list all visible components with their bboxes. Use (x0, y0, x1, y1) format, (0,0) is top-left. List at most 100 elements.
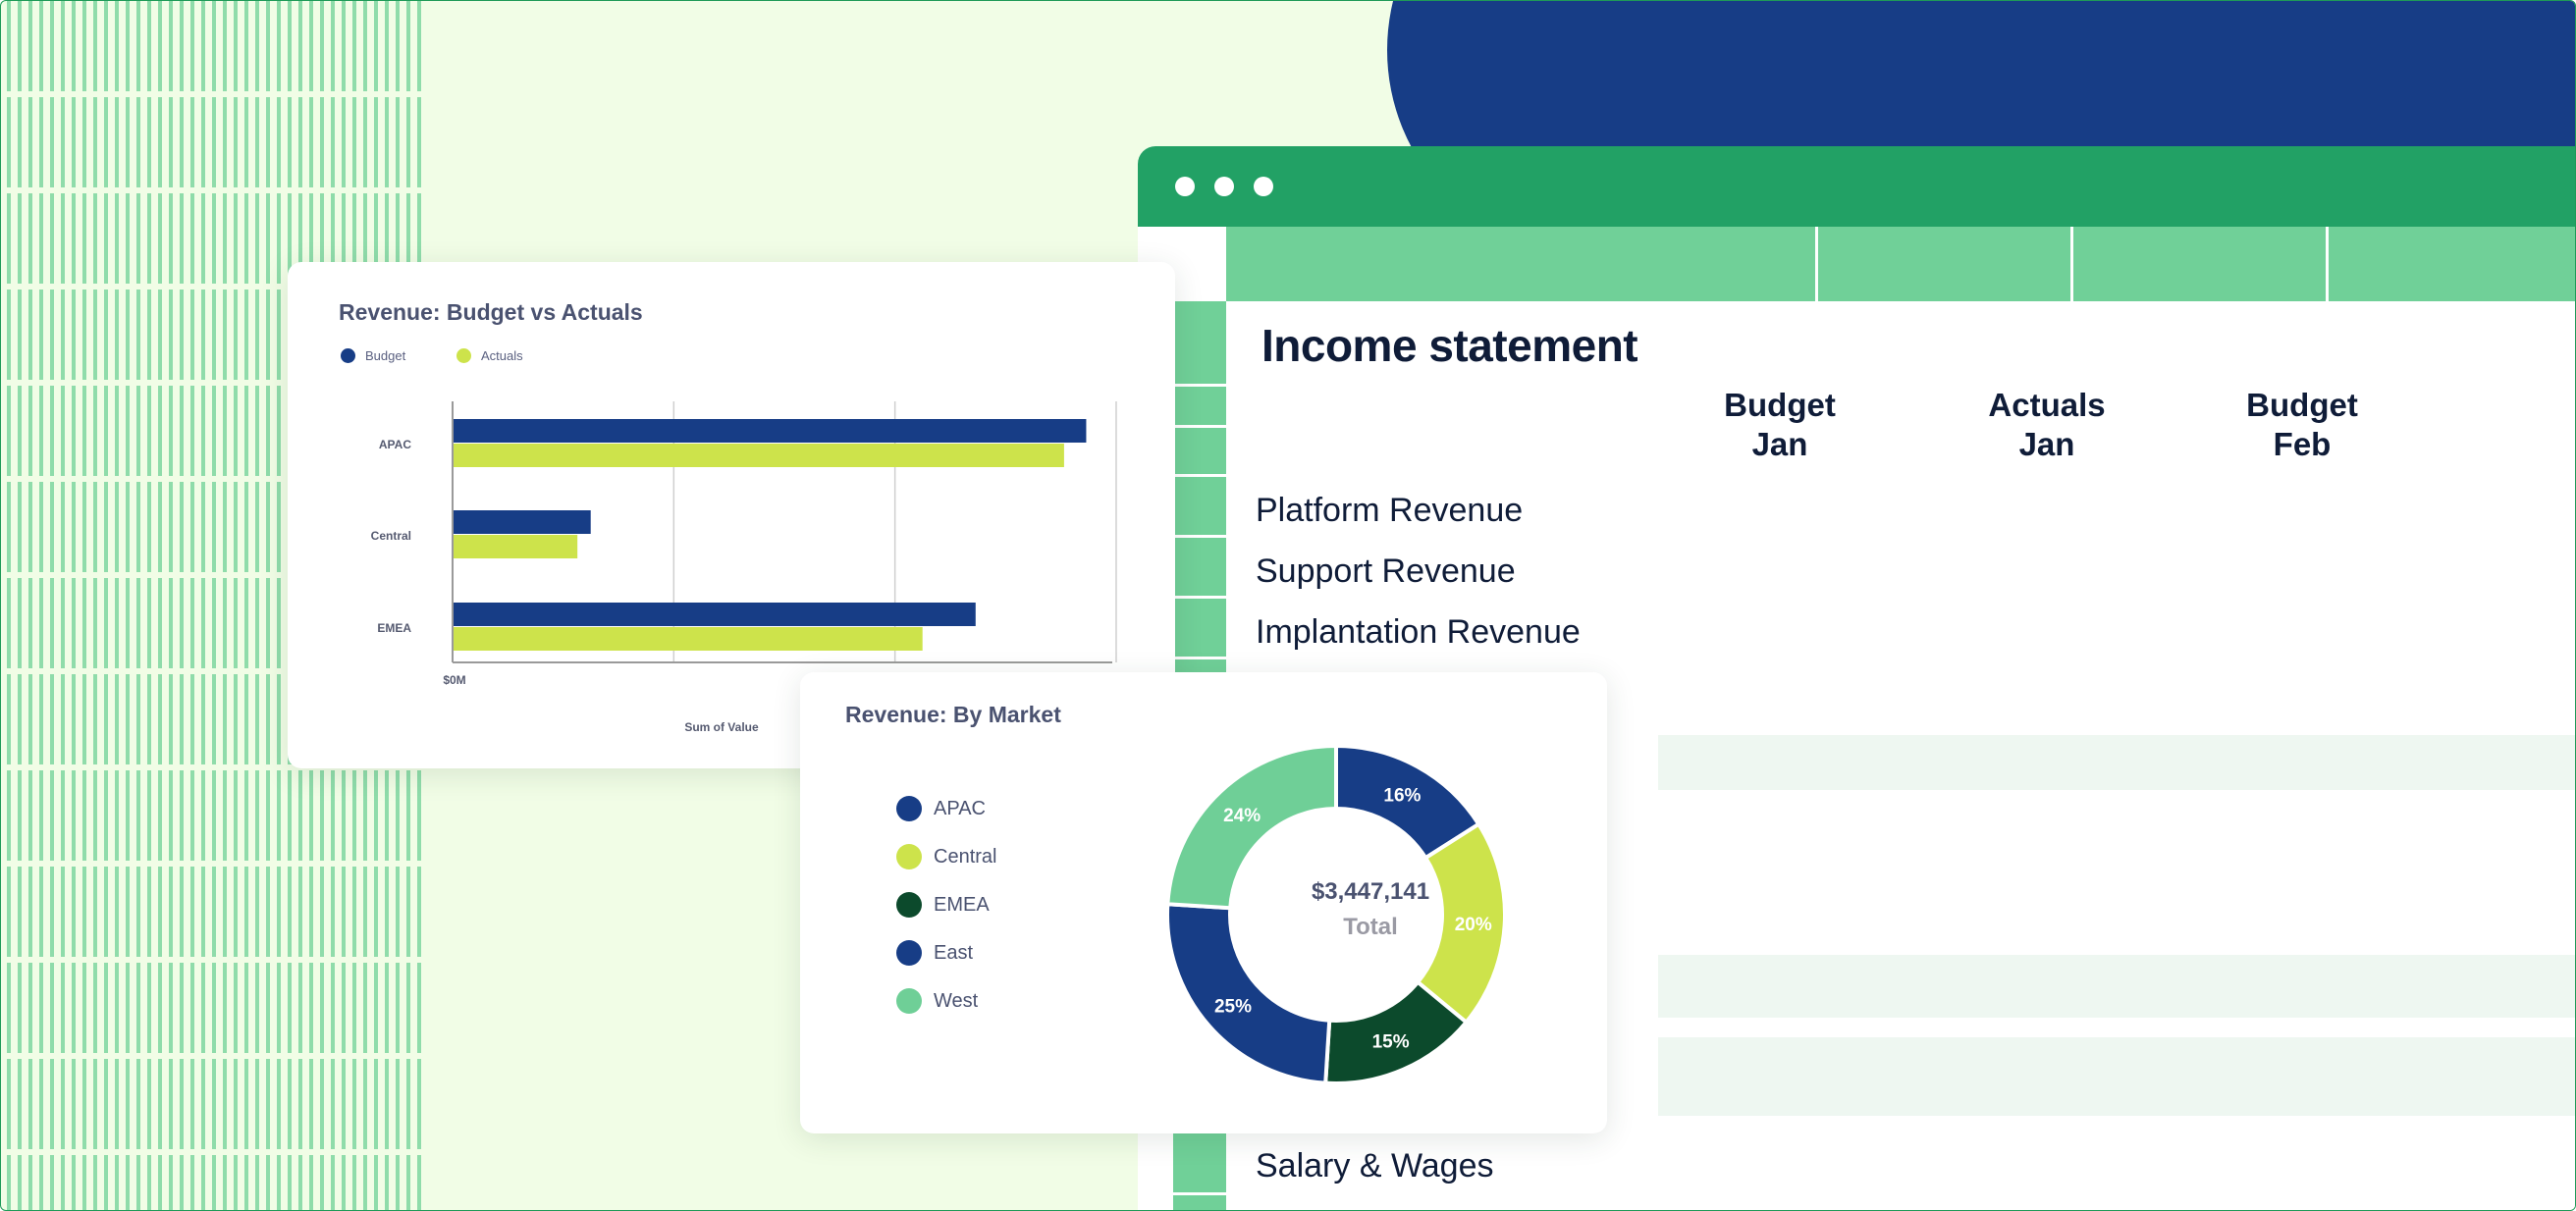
stripe-segment (288, 770, 292, 861)
stripe-segment (277, 578, 281, 668)
stripe-segment (320, 1155, 324, 1210)
stripe-segment (169, 578, 173, 668)
stripe-segment (39, 1, 43, 91)
stripe-segment (104, 1155, 108, 1210)
stripe-segment (266, 963, 270, 1053)
column-label-budget-jan[interactable]: Budget Jan (1662, 386, 1898, 464)
stripe-segment (180, 578, 184, 668)
stripe-segment (147, 482, 151, 572)
stripe-segment (93, 1155, 97, 1210)
stripe-segment (266, 578, 270, 668)
stripe-segment (50, 578, 54, 668)
stripe-segment (212, 386, 216, 476)
stripe-segment (50, 290, 54, 380)
stripe-segment (147, 1155, 151, 1210)
x-axis-title: Sum of Value (684, 720, 759, 734)
stripe-segment (234, 193, 238, 284)
stripe-segment (180, 1, 184, 91)
sheet-title: Income statement (1261, 320, 1638, 371)
stripe-segment (147, 867, 151, 957)
donut-center-label: Total (1343, 914, 1398, 940)
stripe-segment (201, 963, 205, 1053)
stripe-segment (158, 963, 162, 1053)
stripe-segment (50, 963, 54, 1053)
stripe-segment (158, 674, 162, 764)
stripe-segment (61, 386, 65, 476)
row-label-support-revenue[interactable]: Support Revenue (1256, 553, 1516, 591)
slice-label: 16% (1383, 785, 1421, 806)
stripe-segment (352, 867, 356, 957)
stripe-segment (255, 674, 259, 764)
stripe-segment (396, 1059, 400, 1149)
stripe-segment (277, 290, 281, 380)
bar-actuals-apac[interactable] (454, 444, 1064, 467)
stripe-segment (115, 482, 119, 572)
row-label-salary-wages[interactable]: Salary & Wages (1256, 1147, 1494, 1185)
stripe-segment (201, 482, 205, 572)
stripe-segment (190, 290, 194, 380)
stripe-segment (180, 674, 184, 764)
slice-label: 24% (1223, 806, 1261, 826)
stripe-segment (82, 1, 86, 91)
stripe-segment (126, 290, 130, 380)
stripe-segment (169, 1155, 173, 1210)
row-label-implantation-revenue[interactable]: Implantation Revenue (1256, 613, 1581, 652)
stripe-segment (82, 578, 86, 668)
column-label-actuals-jan[interactable]: Actuals Jan (1929, 386, 2165, 464)
bar-budget-central[interactable] (454, 510, 591, 534)
stripe-segment (320, 1059, 324, 1149)
column-header-a[interactable] (1226, 227, 1815, 301)
stripe-segment (158, 193, 162, 284)
window-minimize-dot[interactable] (1214, 177, 1234, 196)
stripe-segment (417, 867, 421, 957)
stripe-segment (309, 770, 313, 861)
stripe-segment (61, 1155, 65, 1210)
stripe-segment (136, 963, 140, 1053)
stripe-segment (50, 1155, 54, 1210)
stripe-segment (212, 290, 216, 380)
stripe-segment (126, 193, 130, 284)
stripe-segment (158, 386, 162, 476)
stripe-segment (7, 290, 11, 380)
bar-actuals-central[interactable] (454, 535, 578, 558)
stripe-segment (331, 963, 335, 1053)
row-divider (1173, 1192, 1226, 1195)
column-label-budget-feb[interactable]: Budget Feb (2184, 386, 2420, 464)
stripe-segment (277, 1, 281, 91)
stripe-segment (385, 867, 389, 957)
stripe-segment (277, 770, 281, 861)
stripe-segment (126, 867, 130, 957)
bar-budget-apac[interactable] (454, 419, 1087, 443)
stripe-segment (406, 963, 410, 1053)
column-header-b[interactable] (1818, 227, 2070, 301)
stripe-segment (374, 1059, 378, 1149)
window-close-dot[interactable] (1175, 177, 1195, 196)
stripe-segment (374, 1, 378, 91)
stripe-segment (331, 1155, 335, 1210)
window-maximize-dot[interactable] (1254, 177, 1273, 196)
stripe-segment (385, 1, 389, 91)
stripe-segment (147, 290, 151, 380)
stripe-segment (50, 386, 54, 476)
stripe-segment (50, 674, 54, 764)
stripe-segment (7, 578, 11, 668)
stripe-segment (190, 867, 194, 957)
stripe-segment (61, 1059, 65, 1149)
stripe-segment (147, 1, 151, 91)
row-label-platform-revenue[interactable]: Platform Revenue (1256, 492, 1523, 530)
stripe-segment (342, 770, 346, 861)
stripe-segment (255, 1, 259, 91)
stripe-segment (115, 97, 119, 187)
stripe-segment (201, 1059, 205, 1149)
stripe-segment (255, 963, 259, 1053)
column-header-d[interactable] (2329, 227, 2575, 301)
stripe-segment (104, 482, 108, 572)
stripe-segment (309, 97, 313, 187)
bar-budget-emea[interactable] (454, 603, 976, 626)
stripe-segment (201, 386, 205, 476)
stripe-segment (169, 867, 173, 957)
column-header-c[interactable] (2073, 227, 2326, 301)
bar-actuals-emea[interactable] (454, 627, 923, 651)
stripe-segment (50, 867, 54, 957)
stripe-segment (93, 770, 97, 861)
